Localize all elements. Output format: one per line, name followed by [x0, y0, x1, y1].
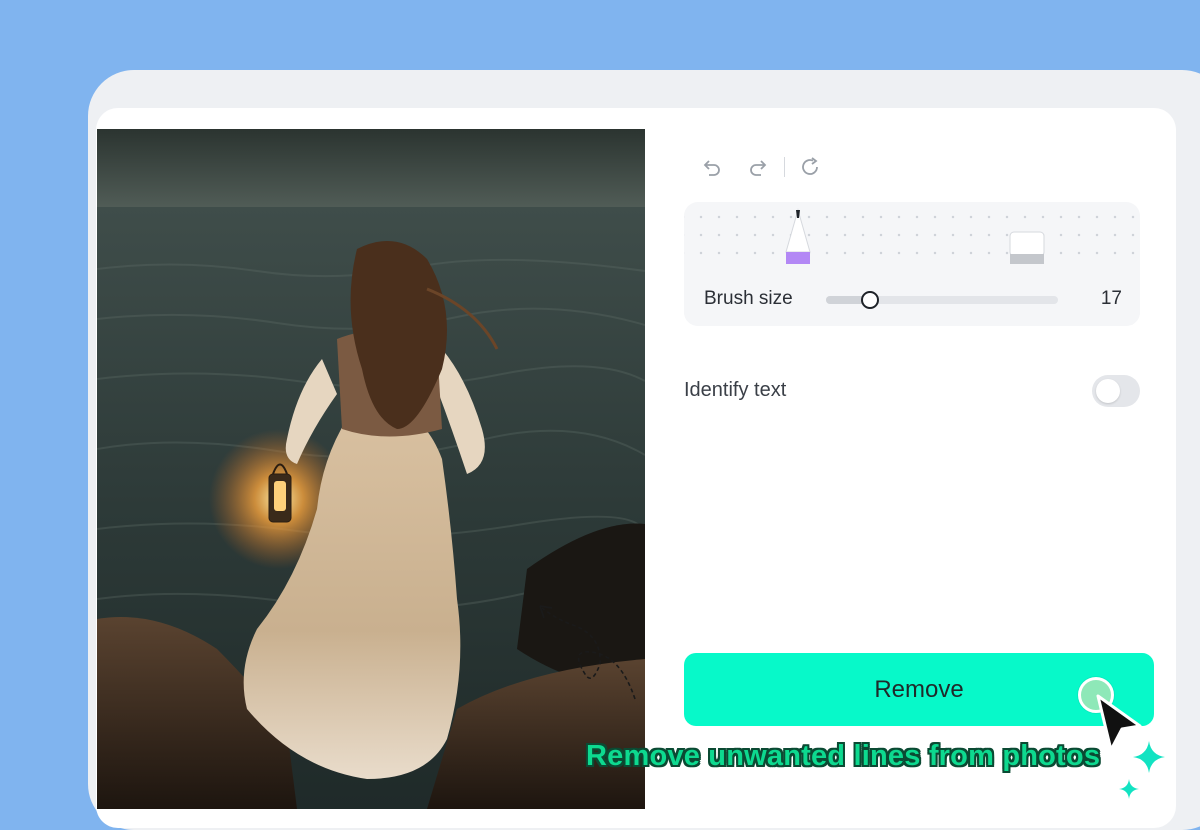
undo-icon[interactable] — [694, 150, 728, 184]
annotation-arrow — [539, 605, 636, 700]
history-toolbar — [694, 150, 827, 184]
brush-size-value: 17 — [1100, 288, 1122, 309]
brush-panel: Brush size 17 — [684, 202, 1140, 326]
redo-icon[interactable] — [742, 150, 776, 184]
reset-icon[interactable] — [793, 150, 827, 184]
sparkle-small-icon — [1119, 779, 1139, 799]
toggle-knob — [1096, 379, 1120, 403]
identify-text-label: Identify text — [684, 379, 787, 401]
photo-image — [97, 129, 645, 809]
brush-size-label: Brush size — [704, 288, 793, 309]
remove-button-label: Remove — [874, 675, 964, 703]
slider-thumb[interactable] — [861, 291, 880, 309]
toolbar-divider — [784, 157, 785, 177]
sparkle-icon — [1133, 741, 1165, 773]
feature-caption: Remove unwanted lines from photos — [586, 740, 1101, 772]
brush-size-slider[interactable] — [826, 291, 1058, 309]
identify-text-toggle[interactable] — [1092, 375, 1140, 407]
photo-canvas[interactable] — [97, 129, 645, 809]
eraser-icon[interactable] — [1008, 230, 1046, 271]
brush-icon[interactable] — [784, 208, 812, 271]
